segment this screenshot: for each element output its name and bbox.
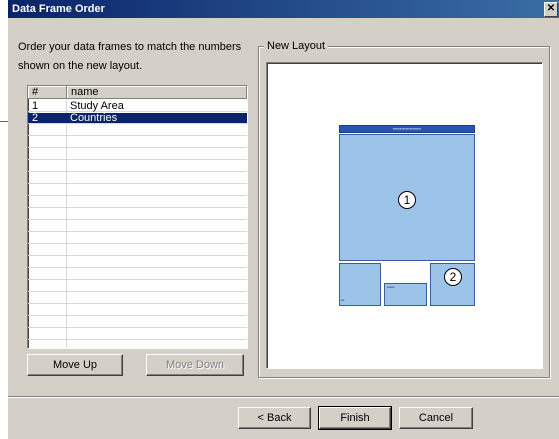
frame-1-number: 1	[398, 191, 416, 209]
footer-separator	[8, 396, 559, 398]
back-button[interactable]: < Back	[238, 407, 311, 429]
layout-title-text: ▪▪▪▪▪▪▪▪▪▪▪▪▪▪▪▪▪▪▪▪	[392, 126, 422, 131]
row-number: 1	[32, 100, 39, 112]
empty-row	[28, 197, 247, 208]
empty-row	[28, 269, 247, 280]
empty-row	[28, 161, 247, 172]
column-header-number[interactable]: #	[28, 86, 67, 99]
row-name: Countries	[70, 112, 118, 124]
list-item[interactable]: 1 Study Area	[28, 101, 247, 112]
empty-row	[28, 329, 247, 340]
data-frame-order-dialog: Data Frame Order ✕ Order your data frame…	[8, 0, 559, 439]
frame-2-number: 2	[444, 268, 462, 286]
finish-button[interactable]: Finish	[318, 406, 392, 430]
empty-row	[28, 257, 247, 268]
layout-title-bar: ▪▪▪▪▪▪▪▪▪▪▪▪▪▪▪▪▪▪▪▪	[339, 125, 475, 133]
layout-preview: ▪▪▪▪▪▪▪▪▪▪▪▪▪▪▪▪▪▪▪▪ 1 ▪▪▪ ▪▪▪▪▪▪▪ 2	[266, 62, 543, 369]
callout-line-list	[0, 121, 8, 122]
data-frame-list[interactable]: # name 1 Study Area 2 Countries	[27, 85, 248, 349]
row-number: 2	[32, 112, 39, 124]
new-layout-label: New Layout	[264, 40, 329, 52]
close-icon: ✕	[546, 3, 556, 14]
column-header-name[interactable]: name	[67, 86, 247, 99]
small-frame-text: ▪▪▪▪▪▪▪	[387, 285, 395, 289]
empty-row	[28, 209, 247, 220]
small-frame-text: ▪▪▪	[341, 298, 345, 302]
list-item-selected[interactable]: 2 Countries	[28, 113, 247, 124]
empty-row	[28, 245, 247, 256]
title-bar: Data Frame Order ✕	[8, 0, 559, 18]
cancel-button[interactable]: Cancel	[399, 407, 473, 429]
dialog-title: Data Frame Order	[12, 3, 105, 15]
empty-row	[28, 281, 247, 292]
data-frame-1-preview: 1	[339, 134, 475, 261]
empty-row	[28, 293, 247, 304]
data-frame-2-preview: 2	[430, 263, 475, 306]
empty-row	[28, 305, 247, 316]
close-button[interactable]: ✕	[544, 2, 558, 17]
empty-row	[28, 137, 247, 148]
move-up-button[interactable]: Move Up	[27, 354, 123, 376]
instructions-text: Order your data frames to match the numb…	[18, 41, 242, 72]
small-frame-middle: ▪▪▪▪▪▪▪	[384, 283, 427, 306]
empty-row	[28, 233, 247, 244]
small-frame-left: ▪▪▪	[339, 263, 381, 306]
empty-row	[28, 221, 247, 232]
move-down-button[interactable]: Move Down	[146, 354, 244, 376]
empty-row	[28, 317, 247, 328]
empty-row	[28, 173, 247, 184]
empty-row	[28, 185, 247, 196]
empty-row	[28, 125, 247, 136]
row-name: Study Area	[70, 100, 124, 112]
empty-row	[28, 149, 247, 160]
